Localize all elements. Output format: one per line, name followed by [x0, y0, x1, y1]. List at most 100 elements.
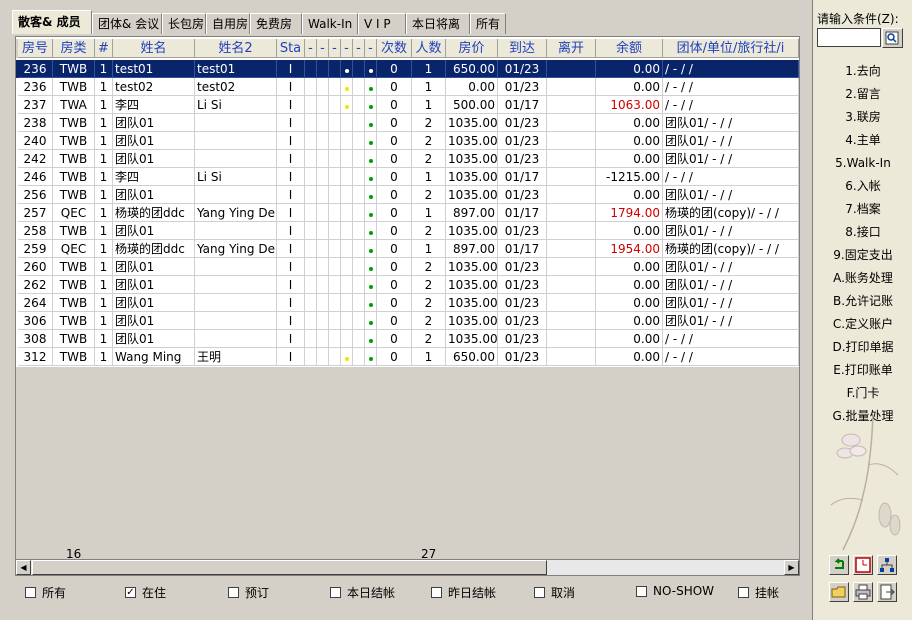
- filter-checkbox-5[interactable]: 昨日结帐: [431, 584, 496, 601]
- cell-persons: 2: [412, 258, 446, 276]
- checkbox-icon[interactable]: [25, 587, 36, 598]
- table-row[interactable]: 312 TWB 1 Wang Ming 王明 I 0 1 650.00 01/23 0.00/ - …: [16, 348, 799, 366]
- horizontal-scrollbar[interactable]: ◀ ▶: [15, 559, 800, 576]
- column-header-7[interactable]: -: [305, 39, 317, 58]
- tab-2[interactable]: 团体& 会议: [92, 13, 162, 34]
- tab-5[interactable]: 免费房: [250, 13, 302, 34]
- menu-item-7[interactable]: 7.档案: [813, 198, 912, 221]
- table-row[interactable]: 236 TWB 1 test02 test02 I 0 1 0.00 01/23 0.00/ - /…: [16, 78, 799, 96]
- column-header-16[interactable]: 到达: [498, 39, 547, 58]
- cell-rate: 1035.00: [446, 330, 498, 348]
- column-header-15[interactable]: 房价: [446, 39, 498, 58]
- cell-times: 0: [377, 96, 412, 114]
- guest-grid[interactable]: 房号 房类 # 姓名 姓名2 Sta - - - - - - 次数 人数 房价 到达 离开 余额 团体/单位/旅行社…: [15, 36, 800, 576]
- empty-cell: [305, 240, 317, 258]
- menu-item-8[interactable]: 8.接口: [813, 221, 912, 244]
- checkbox-icon[interactable]: [534, 587, 545, 598]
- menu-item-1[interactable]: 1.去向: [813, 60, 912, 83]
- column-header-17[interactable]: 离开: [547, 39, 596, 58]
- table-row[interactable]: 238 TWB 1 团队01 I 0 2 1035.00 01/23 0.00 团队01/ - / …: [16, 114, 799, 132]
- column-header-11[interactable]: -: [353, 39, 365, 58]
- column-header-12[interactable]: -: [365, 39, 377, 58]
- table-row[interactable]: 236 TWB 1 test01 test01 I 0 1 650.00 01/23 0.00/ -…: [16, 60, 799, 78]
- checkbox-icon[interactable]: [738, 587, 749, 598]
- column-header-18[interactable]: 余额: [596, 39, 663, 58]
- filter-checkbox-6[interactable]: 取消: [534, 584, 575, 601]
- column-header-9[interactable]: -: [329, 39, 341, 58]
- cell-n: 1: [95, 204, 113, 222]
- tree-button[interactable]: [877, 555, 897, 575]
- filter-checkbox-3[interactable]: 预订: [228, 584, 269, 601]
- tab-7[interactable]: V I P: [358, 13, 406, 34]
- menu-item-15[interactable]: F.门卡: [813, 382, 912, 405]
- menu-item-5[interactable]: 5.Walk-In: [813, 152, 912, 175]
- table-row[interactable]: 257 QEC 1 杨瑛的团ddc Yang Ying De I 0 1 897.00 01/17…: [16, 204, 799, 222]
- column-header-13[interactable]: 次数: [377, 39, 412, 58]
- table-row[interactable]: 240 TWB 1 团队01 I 0 2 1035.00 01/23 0.00 团队01/ - / …: [16, 132, 799, 150]
- column-header-6[interactable]: Sta: [277, 39, 305, 58]
- table-row[interactable]: 256 TWB 1 团队01 I 0 2 1035.00 01/23 0.00 团队01/ - / …: [16, 186, 799, 204]
- menu-item-13[interactable]: D.打印单据: [813, 336, 912, 359]
- scroll-right-icon[interactable]: ▶: [784, 560, 799, 575]
- back-button[interactable]: [829, 555, 849, 575]
- table-row[interactable]: 306 TWB 1 团队01 I 0 2 1035.00 01/23 0.00 团队01/ - / …: [16, 312, 799, 330]
- table-row[interactable]: 246 TWB 1 李四 Li Si I 0 1 1035.00 01/17 -1215.00/ -…: [16, 168, 799, 186]
- column-header-2[interactable]: 房类: [53, 39, 95, 58]
- table-row[interactable]: 237 TWA 1 李四 Li Si I 0 1 500.00 01/17 1063.00/ - /…: [16, 96, 799, 114]
- empty-cell: [305, 276, 317, 294]
- column-header-8[interactable]: -: [317, 39, 329, 58]
- column-header-1[interactable]: 房号: [18, 39, 53, 58]
- condition-input[interactable]: [817, 28, 881, 47]
- checkbox-icon[interactable]: [330, 587, 341, 598]
- checkbox-icon[interactable]: [636, 585, 647, 597]
- scroll-left-icon[interactable]: ◀: [16, 560, 31, 575]
- open-folder-button[interactable]: [829, 582, 849, 602]
- checkbox-icon[interactable]: [228, 587, 239, 598]
- status-dot-cell: [341, 294, 353, 312]
- menu-item-3[interactable]: 3.联房: [813, 106, 912, 129]
- tab-4[interactable]: 自用房: [206, 13, 250, 34]
- empty-cell: [329, 276, 341, 294]
- menu-item-9[interactable]: 9.固定支出: [813, 244, 912, 267]
- search-button[interactable]: [882, 28, 903, 48]
- column-header-10[interactable]: -: [341, 39, 353, 58]
- green-status-dot-icon: [368, 195, 373, 199]
- table-row[interactable]: 262 TWB 1 团队01 I 0 2 1035.00 01/23 0.00 团队01/ - / …: [16, 276, 799, 294]
- filter-checkbox-8[interactable]: 挂帐: [738, 584, 779, 601]
- column-header-5[interactable]: 姓名2: [195, 39, 277, 58]
- table-row[interactable]: 260 TWB 1 团队01 I 0 2 1035.00 01/23 0.00 团队01/ - / …: [16, 258, 799, 276]
- checkbox-icon[interactable]: ✓: [125, 587, 136, 598]
- tab-8[interactable]: 本日将离: [406, 13, 470, 34]
- table-row[interactable]: 264 TWB 1 团队01 I 0 2 1035.00 01/23 0.00 团队01/ - / …: [16, 294, 799, 312]
- table-row[interactable]: 258 TWB 1 团队01 I 0 2 1035.00 01/23 0.00 团队01/ - / …: [16, 222, 799, 240]
- menu-item-10[interactable]: A.账务处理: [813, 267, 912, 290]
- clock-button[interactable]: [853, 555, 873, 575]
- tab-1[interactable]: 散客& 成员: [12, 10, 92, 34]
- menu-item-14[interactable]: E.打印账单: [813, 359, 912, 382]
- filter-checkbox-4[interactable]: 本日结帐: [330, 584, 395, 601]
- table-row[interactable]: 308 TWB 1 团队01 I 0 2 1035.00 01/23 0.00/ - / /: [16, 330, 799, 348]
- exit-button[interactable]: [877, 582, 897, 602]
- print-button[interactable]: [853, 582, 873, 602]
- table-row[interactable]: 242 TWB 1 团队01 I 0 2 1035.00 01/23 0.00 团队01/ - / …: [16, 150, 799, 168]
- scroll-thumb[interactable]: [32, 560, 547, 575]
- filter-checkbox-2[interactable]: ✓ 在住: [125, 584, 166, 601]
- table-row[interactable]: 259 QEC 1 杨瑛的团ddc Yang Ying De I 0 1 897.00 01/17…: [16, 240, 799, 258]
- filter-checkbox-7[interactable]: NO-SHOW: [636, 584, 714, 598]
- filter-checkbox-1[interactable]: 所有: [25, 584, 66, 601]
- tab-3[interactable]: 长包房: [162, 13, 206, 34]
- column-header-3[interactable]: #: [95, 39, 113, 58]
- menu-item-4[interactable]: 4.主单: [813, 129, 912, 152]
- tab-9[interactable]: 所有: [470, 13, 506, 34]
- checkbox-icon[interactable]: [431, 587, 442, 598]
- column-header-14[interactable]: 人数: [412, 39, 446, 58]
- menu-item-12[interactable]: C.定义账户: [813, 313, 912, 336]
- tab-6[interactable]: Walk-In: [302, 13, 358, 34]
- empty-cell: [317, 132, 329, 150]
- menu-item-6[interactable]: 6.入帐: [813, 175, 912, 198]
- menu-item-11[interactable]: B.允许记账: [813, 290, 912, 313]
- grid-body[interactable]: 236 TWB 1 test01 test01 I 0 1 650.00 01/23 0.00/ -…: [16, 60, 799, 367]
- column-header-4[interactable]: 姓名: [113, 39, 195, 58]
- menu-item-2[interactable]: 2.留言: [813, 83, 912, 106]
- column-header-19[interactable]: 团体/单位/旅行社/i: [663, 39, 799, 58]
